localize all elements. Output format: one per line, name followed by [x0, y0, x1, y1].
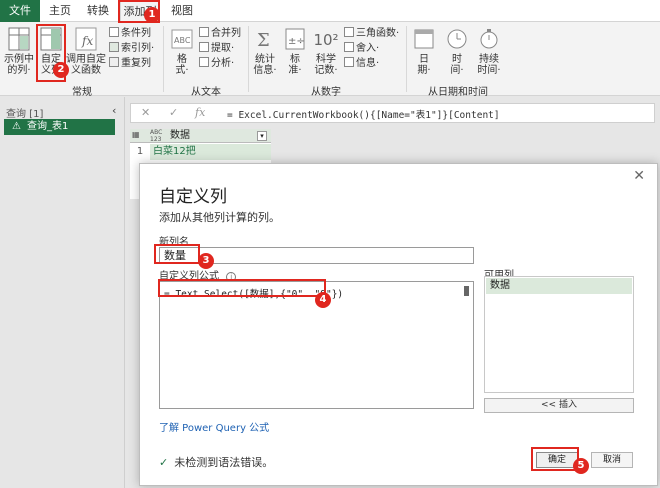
- learn-power-query-link[interactable]: 了解 Power Query 公式: [159, 419, 269, 434]
- duplicate-column-icon: [109, 57, 119, 67]
- svg-text:±÷: ±÷: [288, 36, 305, 47]
- clock-icon: [447, 29, 467, 49]
- round-icon: [344, 42, 354, 52]
- duplicate-column-button[interactable]: 重复列: [109, 57, 151, 70]
- tab-file[interactable]: 文件: [0, 0, 40, 22]
- grid-header: ▦ ABC 123 数据 ▾: [130, 129, 271, 143]
- fx-icon[interactable]: fx: [195, 106, 205, 119]
- standard-button[interactable]: ±÷ 标 准·: [282, 26, 308, 76]
- group-separator: [163, 26, 164, 92]
- column-from-examples-button[interactable]: 示例中 的列·: [2, 26, 36, 76]
- conditional-column-icon: [109, 27, 119, 37]
- index-column-button[interactable]: 索引列·: [109, 42, 154, 55]
- date-button[interactable]: 日 期·: [410, 26, 438, 76]
- calculator-icon: ±÷: [285, 28, 305, 50]
- index-column-icon: [109, 42, 119, 52]
- formula-bar-text: = Excel.CurrentWorkbook(){[Name="表1"]}[C…: [227, 110, 500, 121]
- cancel-formula-icon[interactable]: ✕: [141, 106, 150, 119]
- row-number: 1: [136, 146, 144, 157]
- close-icon[interactable]: ✕: [633, 168, 645, 184]
- collapse-chevron-icon[interactable]: ‹: [112, 104, 116, 117]
- table-example-icon: [8, 27, 30, 51]
- tab-home[interactable]: 主页: [44, 0, 76, 22]
- format-button[interactable]: ABC 格 式·: [168, 26, 196, 76]
- merge-columns-button[interactable]: 合并列: [199, 27, 241, 40]
- available-column-item[interactable]: 数据: [486, 278, 632, 294]
- column-filter-dropdown-icon[interactable]: ▾: [257, 131, 267, 141]
- check-icon: ✓: [159, 456, 169, 469]
- custom-column-dialog: ✕ 自定义列 添加从其他列计算的列。 新列名 数量 自定义列公式 i = Tex…: [139, 163, 658, 486]
- group-separator: [406, 26, 407, 92]
- group-label-general: 常规: [72, 87, 92, 98]
- group-label-from-number: 从数字: [311, 87, 341, 98]
- calendar-icon: [414, 29, 434, 49]
- grid-cell[interactable]: 白菜12把: [150, 144, 271, 160]
- information-button[interactable]: 信息·: [344, 57, 379, 70]
- warning-icon: ⚠: [12, 121, 21, 132]
- grid-corner-icon[interactable]: ▦: [132, 130, 140, 139]
- query-item[interactable]: ⚠ 查询_表1: [4, 119, 115, 135]
- queries-header: 查询 [1]: [6, 109, 44, 120]
- ribbon: 示例中 的列· 自定 义列 fx 调用自定 义函数 条件列 索引列· 重复列 常…: [0, 22, 660, 98]
- highlight-formula: [158, 279, 326, 297]
- type-icon[interactable]: ABC 123: [150, 129, 162, 143]
- step-badge-3: 3: [198, 253, 214, 269]
- trigonometry-button[interactable]: 三角函数·: [344, 27, 399, 40]
- abc-format-icon: ABC: [171, 29, 193, 49]
- step-badge-5: 5: [573, 458, 589, 474]
- scientific-button[interactable]: 10² 科学 记数·: [311, 26, 341, 76]
- dialog-title: 自定义列: [159, 187, 227, 207]
- tab-view[interactable]: 视图: [164, 0, 200, 22]
- group-label-from-text: 从文本: [191, 87, 221, 98]
- tab-transform[interactable]: 转换: [80, 0, 116, 22]
- extract-button[interactable]: 提取·: [199, 42, 234, 55]
- highlight-ok-button: [531, 447, 579, 471]
- time-button[interactable]: 时 间·: [443, 26, 471, 76]
- duration-button[interactable]: 持续 时间·: [474, 26, 504, 76]
- dialog-subtitle: 添加从其他列计算的列。: [159, 211, 280, 224]
- group-label-from-datetime: 从日期和时间: [428, 87, 488, 98]
- trig-icon: [344, 27, 354, 37]
- formula-bar[interactable]: ✕ ✓ fx = Excel.CurrentWorkbook(){[Name="…: [130, 103, 655, 123]
- step-badge-1: 1: [144, 7, 160, 23]
- step-badge-2: 2: [53, 62, 69, 78]
- function-icon: fx: [75, 27, 97, 51]
- column-header-data[interactable]: 数据: [170, 129, 190, 143]
- svg-text:fx: fx: [81, 34, 93, 48]
- confirm-formula-icon[interactable]: ✓: [169, 106, 178, 119]
- invoke-custom-function-button[interactable]: fx 调用自定 义函数: [66, 26, 106, 76]
- stopwatch-icon: [480, 29, 498, 49]
- sigma-icon: Σ: [257, 30, 270, 51]
- svg-text:Σ: Σ: [257, 30, 270, 51]
- power-icon: 10²: [313, 31, 339, 49]
- statistics-button[interactable]: Σ 统计 信息·: [251, 26, 279, 76]
- extract-icon: [199, 42, 209, 52]
- parse-icon: [199, 57, 209, 67]
- available-columns-list: 数据: [484, 276, 634, 393]
- editor-scroll-indicator[interactable]: [464, 286, 469, 296]
- rounding-button[interactable]: 舍入·: [344, 42, 379, 55]
- info-icon: [344, 57, 354, 67]
- merge-columns-icon: [199, 27, 209, 37]
- queries-pane: 查询 [1] ‹ ⚠ 查询_表1: [0, 97, 125, 488]
- syntax-status: ✓ 未检测到语法错误。: [159, 456, 274, 469]
- insert-button[interactable]: << 插入: [484, 398, 634, 413]
- cancel-button[interactable]: 取消: [591, 452, 633, 468]
- conditional-column-button[interactable]: 条件列: [109, 27, 151, 40]
- parse-button[interactable]: 分析·: [199, 57, 234, 70]
- ribbon-tab-bar: 文件 主页 转换 添加列 视图: [0, 0, 660, 23]
- step-badge-4: 4: [315, 292, 331, 308]
- highlight-column-name: [154, 244, 200, 264]
- svg-text:ABC: ABC: [174, 36, 191, 45]
- group-separator: [248, 26, 249, 92]
